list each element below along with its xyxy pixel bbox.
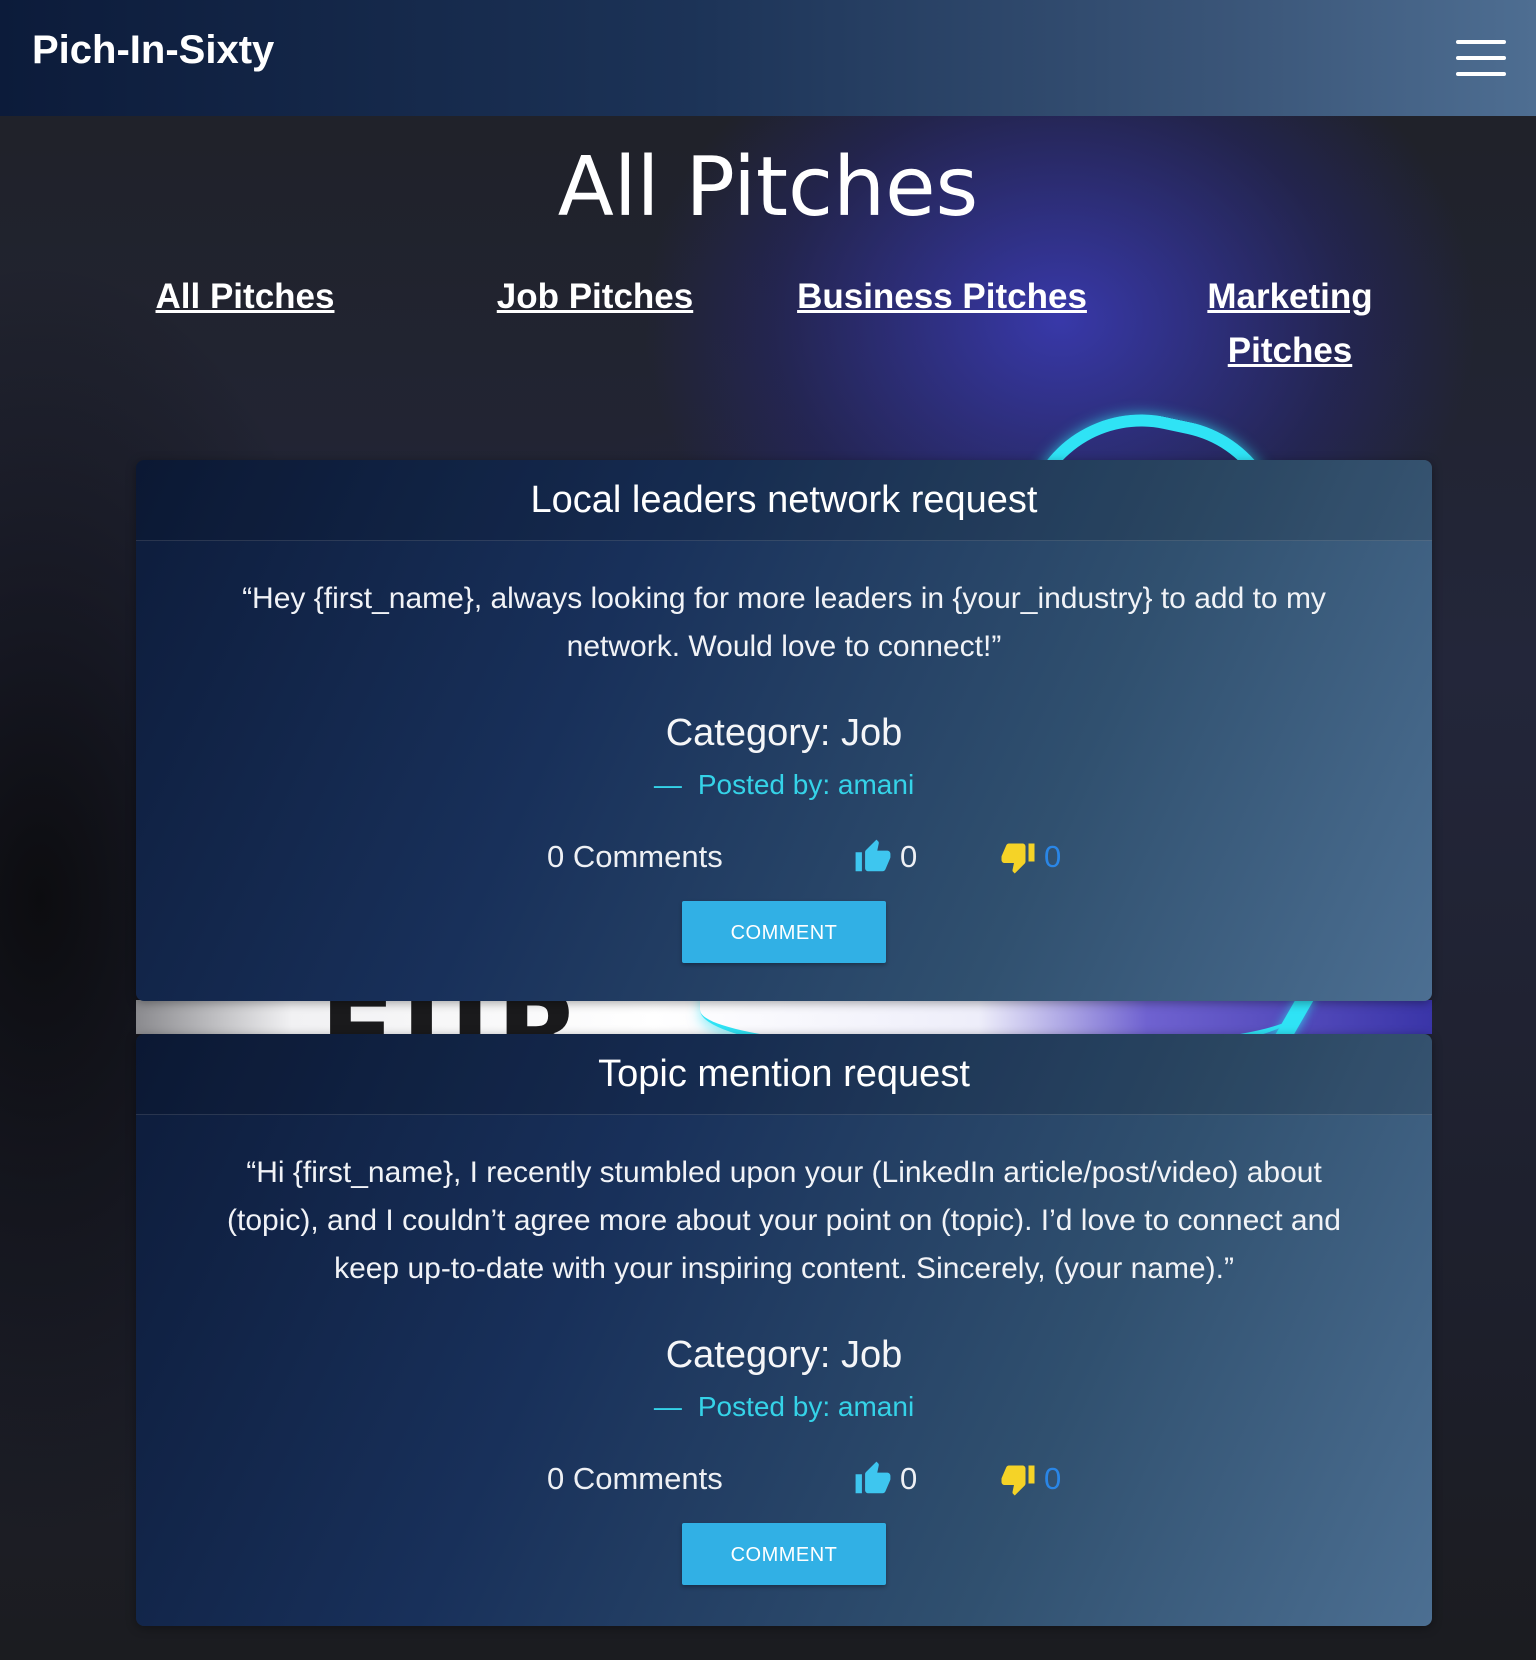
author-name: Posted by: amani xyxy=(697,769,915,800)
pitch-title: Topic mention request xyxy=(136,1034,1432,1115)
comment-button[interactable]: COMMENT xyxy=(682,1523,886,1585)
upvote-count: 0 xyxy=(900,839,918,874)
thumbs-down-icon xyxy=(1001,1465,1035,1496)
pitch-stats: 0 Comments 0 0 xyxy=(176,1457,1392,1501)
brand-logo-link[interactable]: Pich-In-Sixty xyxy=(32,24,274,76)
upvote-button[interactable]: 0 xyxy=(854,835,917,879)
author-name: Posted by: amani xyxy=(697,1391,915,1422)
pitch-body: “Hey {first_name}, always looking for mo… xyxy=(136,575,1432,963)
comments-count: 0 Comments xyxy=(547,839,723,874)
pitch-body: “Hi {first_name}, I recently stumbled up… xyxy=(136,1149,1432,1585)
pitch-quote: “Hi {first_name}, I recently stumbled up… xyxy=(227,1156,1341,1285)
comment-button[interactable]: COMMENT xyxy=(682,901,886,963)
thumbs-up-icon xyxy=(855,839,891,872)
category-link-business[interactable]: Business Pitches xyxy=(790,270,1094,324)
pitch-card: Local leaders network request “Hey {firs… xyxy=(136,460,1432,1001)
downvote-count: 0 xyxy=(1044,839,1062,874)
author-dash: — xyxy=(653,1391,682,1422)
pitch-stats: 0 Comments 0 0 xyxy=(176,835,1392,879)
pitch-author: — Posted by: amani xyxy=(176,763,1392,807)
pitch-quote: “Hey {first_name}, always looking for mo… xyxy=(242,582,1326,663)
comments-count: 0 Comments xyxy=(547,1461,723,1496)
page-title: All Pitches xyxy=(557,140,979,235)
category-link-marketing[interactable]: Marketing Pitches xyxy=(1180,270,1400,378)
menu-bar xyxy=(1456,56,1506,60)
category-link-job[interactable]: Job Pitches xyxy=(470,270,720,324)
navbar: Pich-In-Sixty xyxy=(0,0,1536,116)
upvote-count: 0 xyxy=(900,1461,918,1496)
menu-bar xyxy=(1456,72,1506,76)
category-link-all[interactable]: All Pitches xyxy=(130,270,360,324)
menu-bar xyxy=(1456,40,1506,44)
hamburger-menu-icon[interactable] xyxy=(1456,38,1506,78)
thumbs-down-icon xyxy=(1001,843,1035,874)
pitch-category: Category: Job xyxy=(665,1334,903,1376)
thumbs-up-icon xyxy=(855,1461,891,1494)
pitch-title: Local leaders network request xyxy=(136,460,1432,541)
pitch-category: Category: Job xyxy=(665,712,903,754)
upvote-button[interactable]: 0 xyxy=(854,1457,917,1501)
category-nav: All Pitches Job Pitches Business Pitches… xyxy=(0,270,1536,400)
pitch-author: — Posted by: amani xyxy=(176,1385,1392,1429)
downvote-button[interactable]: 0 xyxy=(1000,1457,1061,1501)
pitch-card: Topic mention request “Hi {first_name}, … xyxy=(136,1034,1432,1626)
author-dash: — xyxy=(653,769,682,800)
downvote-count: 0 xyxy=(1044,1461,1062,1496)
downvote-button[interactable]: 0 xyxy=(1000,835,1061,879)
